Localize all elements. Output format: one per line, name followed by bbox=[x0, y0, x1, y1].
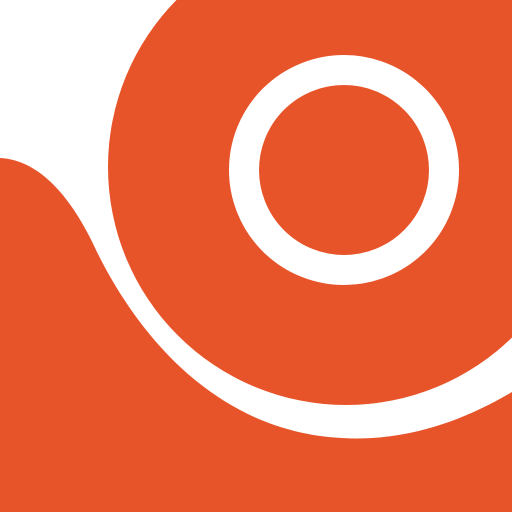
logo-graphic bbox=[0, 0, 512, 512]
circular-wave-logo-icon bbox=[0, 0, 512, 512]
